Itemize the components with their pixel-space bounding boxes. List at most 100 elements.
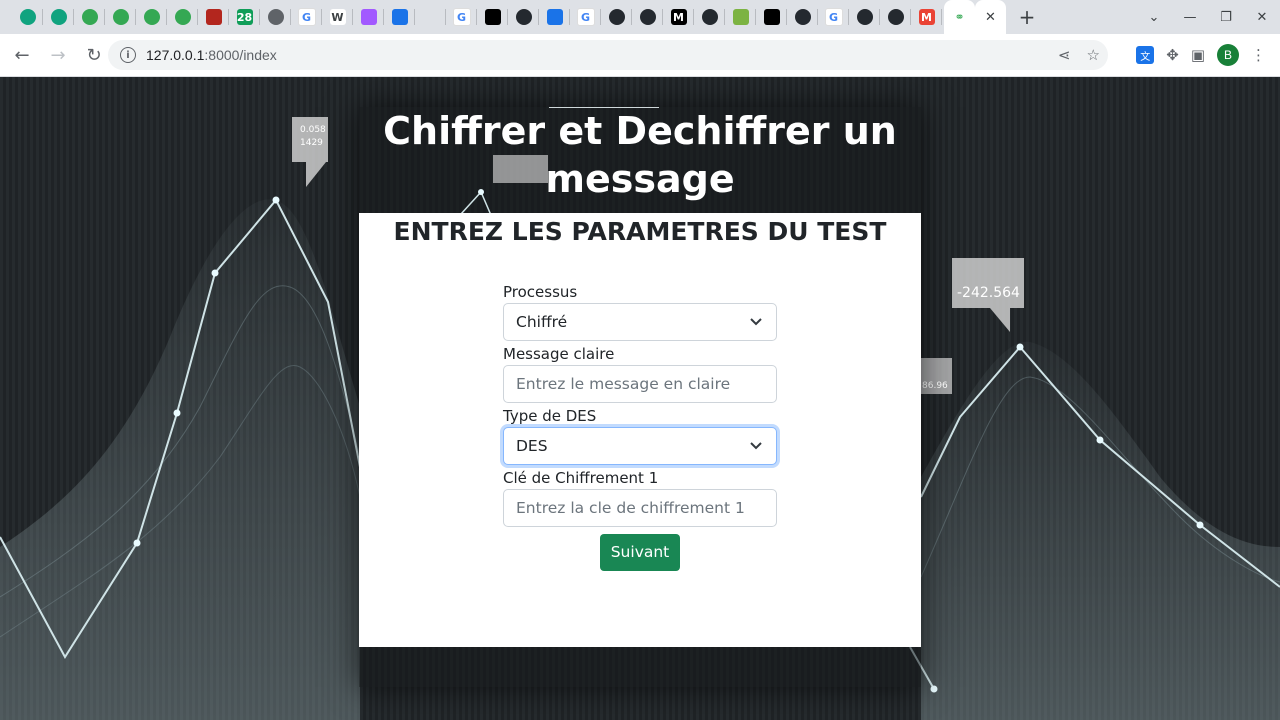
chevron-down-icon	[750, 442, 762, 450]
openai-icon	[19, 9, 36, 25]
side-panel-icon[interactable]: ▣	[1191, 46, 1205, 64]
processus-select[interactable]: Chiffré	[503, 303, 777, 341]
wikipedia-icon: W	[329, 9, 346, 25]
des-type-value: DES	[516, 437, 548, 455]
tab-0[interactable]	[12, 0, 43, 34]
tab-25[interactable]	[787, 0, 818, 34]
puzzle-icon[interactable]: ✥	[1166, 46, 1179, 64]
tab-21[interactable]: M	[663, 0, 694, 34]
download-icon	[732, 9, 749, 25]
translate-extension-icon[interactable]: 文	[1136, 46, 1155, 64]
tab-29[interactable]: M	[911, 0, 942, 34]
diamond-icon	[205, 9, 222, 25]
url-text[interactable]: 127.0.0.1:8000/index	[146, 47, 277, 63]
tab-2[interactable]	[74, 0, 105, 34]
message-placeholder: Entrez le message en claire	[516, 375, 731, 393]
tab-20[interactable]	[632, 0, 663, 34]
tab-search-button[interactable]: ⌄	[1136, 10, 1172, 25]
plus-icon: +	[1018, 5, 1036, 29]
github-icon	[856, 9, 873, 25]
tab-16[interactable]	[508, 0, 539, 34]
new-tab-button[interactable]: +	[1010, 0, 1044, 34]
forward-button[interactable]: →	[42, 39, 74, 71]
avatar[interactable]: B	[1217, 44, 1239, 66]
tab-23[interactable]	[725, 0, 756, 34]
message-input[interactable]: Entrez le message en claire	[503, 365, 777, 403]
globe-icon	[267, 9, 284, 25]
tab-14[interactable]: G	[446, 0, 477, 34]
tab-24[interactable]	[756, 0, 787, 34]
address-bar[interactable]: i 127.0.0.1:8000/index ⋖ ☆	[108, 40, 1108, 70]
leaf-icon	[81, 9, 98, 25]
tab-10[interactable]: W	[322, 0, 353, 34]
tab-3[interactable]	[105, 0, 136, 34]
bg-label-2: 1429	[300, 138, 323, 148]
tab-4[interactable]	[136, 0, 167, 34]
tab-9[interactable]: G	[291, 0, 322, 34]
github-icon	[608, 9, 625, 25]
github-icon	[701, 9, 718, 25]
tab-28[interactable]	[880, 0, 911, 34]
form-card: ENTREZ LES PARAMETRES DU TEST Processus …	[359, 213, 921, 647]
restore-button[interactable]: ❐	[1208, 10, 1244, 25]
shield-icon	[391, 9, 408, 25]
tab-22[interactable]	[694, 0, 725, 34]
leaf-icon	[112, 9, 129, 25]
browser-toolbar: ← → ↻ i 127.0.0.1:8000/index ⋖ ☆ 文 ✥ ▣ B…	[0, 34, 1280, 77]
star-icon[interactable]: ☆	[1087, 46, 1100, 64]
close-window-button[interactable]: ✕	[1244, 10, 1280, 25]
tab-19[interactable]	[601, 0, 632, 34]
minimize-button[interactable]: —	[1172, 10, 1208, 25]
openai-icon	[50, 9, 67, 25]
message-label: Message claire	[503, 345, 615, 363]
tab-26[interactable]: G	[818, 0, 849, 34]
key-input[interactable]: Entrez la cle de chiffrement 1	[503, 489, 777, 527]
tab-close-button[interactable]: ✕	[975, 0, 1006, 34]
tab-13[interactable]	[415, 0, 446, 34]
toolbar-right: 文 ✥ ▣ B ⋮	[1136, 34, 1280, 76]
tab-5[interactable]	[167, 0, 198, 34]
leaf-icon	[174, 9, 191, 25]
back-button[interactable]: ←	[6, 39, 38, 71]
tab-active[interactable]: ⚭	[944, 0, 975, 34]
google-icon: G	[824, 8, 843, 26]
github-icon	[515, 9, 532, 25]
url-path: :8000/index	[204, 47, 277, 63]
bg-label-5: 86.96	[922, 381, 948, 391]
tab-7[interactable]: 28	[229, 0, 260, 34]
google-icon: G	[452, 8, 471, 26]
info-icon[interactable]: i	[120, 47, 136, 63]
menu-dots-icon[interactable]: ⋮	[1251, 46, 1266, 64]
tab-12[interactable]	[384, 0, 415, 34]
google-icon: G	[297, 8, 316, 26]
medium-icon	[763, 9, 780, 25]
tab-15[interactable]	[477, 0, 508, 34]
link-icon: ⚭	[954, 10, 965, 24]
key-placeholder: Entrez la cle de chiffrement 1	[516, 499, 745, 517]
tab-27[interactable]	[849, 0, 880, 34]
tab-6[interactable]	[198, 0, 229, 34]
processus-value: Chiffré	[516, 313, 568, 331]
google-icon: G	[576, 8, 595, 26]
github-icon	[887, 9, 904, 25]
github-icon	[639, 9, 656, 25]
arrow-right-icon: →	[50, 44, 66, 66]
share-icon[interactable]: ⋖	[1058, 46, 1071, 64]
tab-11[interactable]	[353, 0, 384, 34]
tab-18[interactable]: G	[570, 0, 601, 34]
page-title: Chiffrer et Dechiffrer un message	[383, 109, 897, 201]
badge-28-icon: 28	[236, 9, 253, 25]
tab-1[interactable]	[43, 0, 74, 34]
tab-17[interactable]	[539, 0, 570, 34]
m-icon: M	[670, 9, 687, 25]
processus-label: Processus	[503, 283, 578, 301]
params-form: Processus Chiffré Message claire Entrez …	[503, 281, 777, 571]
tab-list: 28 G W G G M G M	[12, 0, 942, 34]
reload-button[interactable]: ↻	[78, 39, 110, 71]
github-icon	[794, 9, 811, 25]
submit-button[interactable]: Suivant	[600, 534, 680, 571]
tab-8[interactable]	[260, 0, 291, 34]
des-type-select[interactable]: DES	[503, 427, 777, 465]
url-host: 127.0.0.1	[146, 47, 205, 63]
medium-icon	[484, 9, 501, 25]
